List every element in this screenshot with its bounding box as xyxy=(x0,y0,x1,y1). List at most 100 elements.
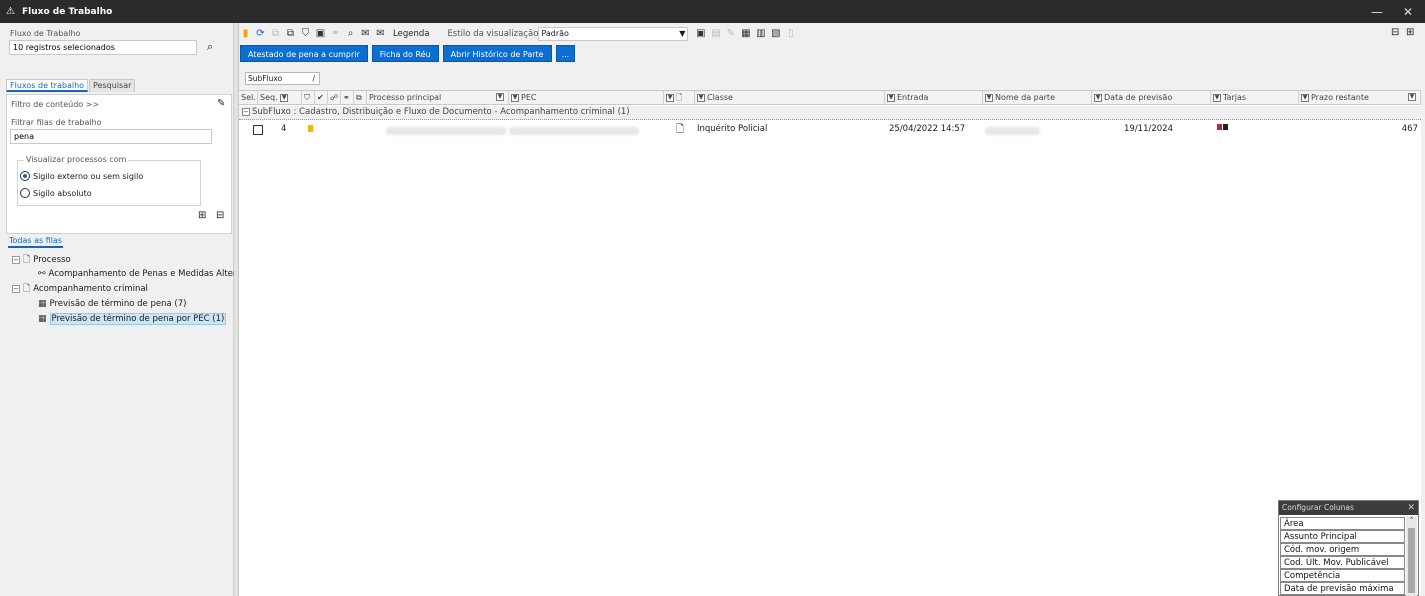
filter-icon[interactable]: ▼ xyxy=(511,93,519,102)
bookmark-flag-icon[interactable] xyxy=(308,125,313,132)
column-option[interactable]: Cod. Últ. Mov. Publicável xyxy=(1280,556,1405,569)
estilo-label: Estilo da visualização xyxy=(447,29,539,39)
column-option[interactable]: Competência xyxy=(1280,569,1405,582)
filter-icon[interactable]: ▼ xyxy=(496,93,504,101)
message-icon[interactable]: ✉ xyxy=(359,27,372,41)
link-doc-icon[interactable]: ⚭ xyxy=(329,27,342,41)
column-option[interactable]: Área xyxy=(1280,517,1405,530)
legenda-link[interactable]: Legenda xyxy=(393,29,429,39)
save-doc-icon[interactable]: ▣ xyxy=(314,27,327,41)
historico-parte-button[interactable]: Abrir Histórico de Parte xyxy=(442,45,552,62)
filtro-conteudo-link[interactable]: Filtro de conteúdo >> xyxy=(11,100,99,109)
col-tarjas[interactable]: ▼ Tarjas xyxy=(1211,91,1299,105)
collapse-tree-icon[interactable]: ⊟ xyxy=(216,210,224,221)
filter-icon[interactable]: ▼ xyxy=(1301,93,1309,102)
group-row[interactable]: − SubFluxo : Cadastro, Distribuição e Flu… xyxy=(239,106,1421,120)
save-icon[interactable]: ▣ xyxy=(694,27,707,41)
col-seq[interactable]: Seq. ▼ xyxy=(258,91,302,105)
col-previsao[interactable]: ▼ Data de previsão xyxy=(1092,91,1211,105)
tab-fluxos[interactable]: Fluxos de trabalho xyxy=(6,79,89,92)
tree-node-label: Previsão de término de pena (7) xyxy=(49,298,187,309)
col-pec[interactable]: ▼ PEC xyxy=(509,91,664,105)
processo-redacted xyxy=(386,127,506,135)
filter-icon[interactable]: ▼ xyxy=(985,93,993,102)
fluxo-field[interactable]: 10 registros selecionados xyxy=(9,40,197,55)
filter-icon[interactable]: ▼ xyxy=(887,93,895,102)
group-by-chip[interactable]: SubFluxo / xyxy=(245,72,320,85)
refresh-icon[interactable]: ⟳ xyxy=(254,27,267,41)
bookmark-icon[interactable]: ▮ xyxy=(239,27,252,41)
queue-tree: Todas as filas − 🗋 Processo ⚯ Acompanham… xyxy=(8,236,236,325)
col-entrada[interactable]: ▼ Entrada xyxy=(885,91,983,105)
columns-icon[interactable]: ▥ xyxy=(754,27,767,41)
col-doc-icon[interactable]: ▼ 🗋 xyxy=(664,91,695,105)
collapse-icon[interactable]: − xyxy=(242,107,250,116)
radio-sigilo-externo[interactable]: Sigilo externo ou sem sigilo xyxy=(20,171,143,181)
search-icon[interactable]: ⌕ xyxy=(207,40,213,54)
filtrar-input[interactable]: pena xyxy=(10,129,212,144)
chevron-up-icon[interactable]: ⌃ xyxy=(1406,516,1417,524)
col-link-icon[interactable]: ⚭ xyxy=(341,91,354,105)
expand-tree-icon[interactable]: ⊞ xyxy=(198,210,206,221)
column-option[interactable]: Assunto Principal xyxy=(1280,530,1405,543)
filter-icon[interactable]: ▼ xyxy=(666,93,674,102)
column-option[interactable]: Data de previsão máxima xyxy=(1280,582,1405,595)
row-checkbox[interactable] xyxy=(253,125,263,135)
group-chip-label: SubFluxo xyxy=(248,74,283,83)
delete-icon[interactable]: ▤ xyxy=(709,27,722,41)
collapse-all-icon[interactable]: ⊟ xyxy=(1391,27,1399,38)
col-check-icon[interactable]: ✔ xyxy=(315,91,328,105)
document-icon[interactable]: 🗋 xyxy=(676,122,684,139)
tree-node-previsao-pec[interactable]: ▦ Previsão de término de pena por PEC (1… xyxy=(38,312,227,325)
minimize-button[interactable]: — xyxy=(1362,0,1392,23)
excel-icon[interactable]: ▦ xyxy=(739,27,752,41)
tree-node-previsao[interactable]: ▦ Previsão de término de pena (7) xyxy=(38,297,186,310)
column-option[interactable]: Cód. mov. origem xyxy=(1280,543,1405,556)
col-sel[interactable]: Sel. xyxy=(239,91,258,105)
filter-icon[interactable]: ▼ xyxy=(697,93,705,102)
radio-sigilo-absoluto[interactable]: Sigilo absoluto xyxy=(20,188,92,198)
remove-message-icon[interactable]: ✉ xyxy=(374,27,387,41)
col-processo[interactable]: Processo principal ▼ xyxy=(367,91,509,105)
col-bookmark-icon[interactable]: ⛉ xyxy=(302,91,315,105)
collapse-icon[interactable]: − xyxy=(12,255,20,264)
tab-pesquisar[interactable]: Pesquisar xyxy=(89,79,136,92)
find-doc-icon[interactable]: ⌕ xyxy=(344,27,357,41)
col-nome[interactable]: ▼ Nome da parte xyxy=(983,91,1092,105)
filter-icon[interactable]: ▼ xyxy=(1094,93,1102,102)
filter-icon[interactable]: ▼ xyxy=(1408,93,1416,101)
tree-node-acompanhamento-penas[interactable]: ⚯ Acompanhamento de Penas e Medidas Alte… xyxy=(38,267,236,280)
estilo-select[interactable]: Padrão ▼ xyxy=(538,27,689,41)
sort-icon: / xyxy=(312,74,315,83)
close-button[interactable]: ✕ xyxy=(1393,0,1423,23)
filter-icon[interactable]: ▼ xyxy=(280,93,289,102)
config-columns-title-text: Configurar Colunas xyxy=(1282,503,1354,512)
table-row[interactable]: 4 🗋 Inquérito Policial 25/04/2022 14:57 … xyxy=(239,122,1421,138)
tab-todas-filas[interactable]: Todas as filas xyxy=(8,236,64,248)
atestado-button[interactable]: Atestado de pena a cumprir xyxy=(240,45,368,62)
tree-node-acompanhamento-criminal[interactable]: − 🗋 Acompanhamento criminal xyxy=(12,282,148,295)
edit-icon[interactable]: ✎ xyxy=(724,27,737,41)
filter-icon[interactable]: ▼ xyxy=(1213,93,1221,102)
paste-icon[interactable]: ⧉ xyxy=(284,27,297,41)
radio-sigilo-externo-label: Sigilo externo ou sem sigilo xyxy=(33,171,144,181)
document-icon: 🗋 xyxy=(23,254,31,265)
more-icon[interactable]: ▯ xyxy=(784,27,797,41)
col-people-icon[interactable]: ☍ xyxy=(328,91,341,105)
tree-node-processo[interactable]: − 🗋 Processo xyxy=(12,253,71,266)
col-prazo[interactable]: ▼ Prazo restante ▼ xyxy=(1299,91,1421,105)
more-actions-button[interactable]: ... xyxy=(555,45,576,62)
collapse-icon[interactable]: − xyxy=(12,284,20,293)
print-icon[interactable]: ▧ xyxy=(769,27,782,41)
scrollbar[interactable]: ⌃ xyxy=(1406,516,1417,596)
col-copy-icon[interactable]: ⧉ xyxy=(354,91,367,105)
lock-doc-icon[interactable]: ⛉ xyxy=(299,27,312,41)
close-icon[interactable]: ✕ xyxy=(1407,501,1415,515)
clear-filter-icon[interactable]: ✎ xyxy=(217,98,225,109)
ficha-reu-button[interactable]: Ficha do Réu xyxy=(371,45,439,62)
toolbar: ▮ ⟳ ⧉ ⧉ ⛉ ▣ ⚭ ⌕ ✉ ✉ Legenda Estilo da vi… xyxy=(239,25,799,43)
expand-all-icon[interactable]: ⊞ xyxy=(1406,27,1414,38)
col-classe[interactable]: ▼ Classe xyxy=(695,91,885,105)
copy-icon[interactable]: ⧉ xyxy=(269,27,282,41)
scrollbar-thumb[interactable] xyxy=(1408,528,1415,593)
